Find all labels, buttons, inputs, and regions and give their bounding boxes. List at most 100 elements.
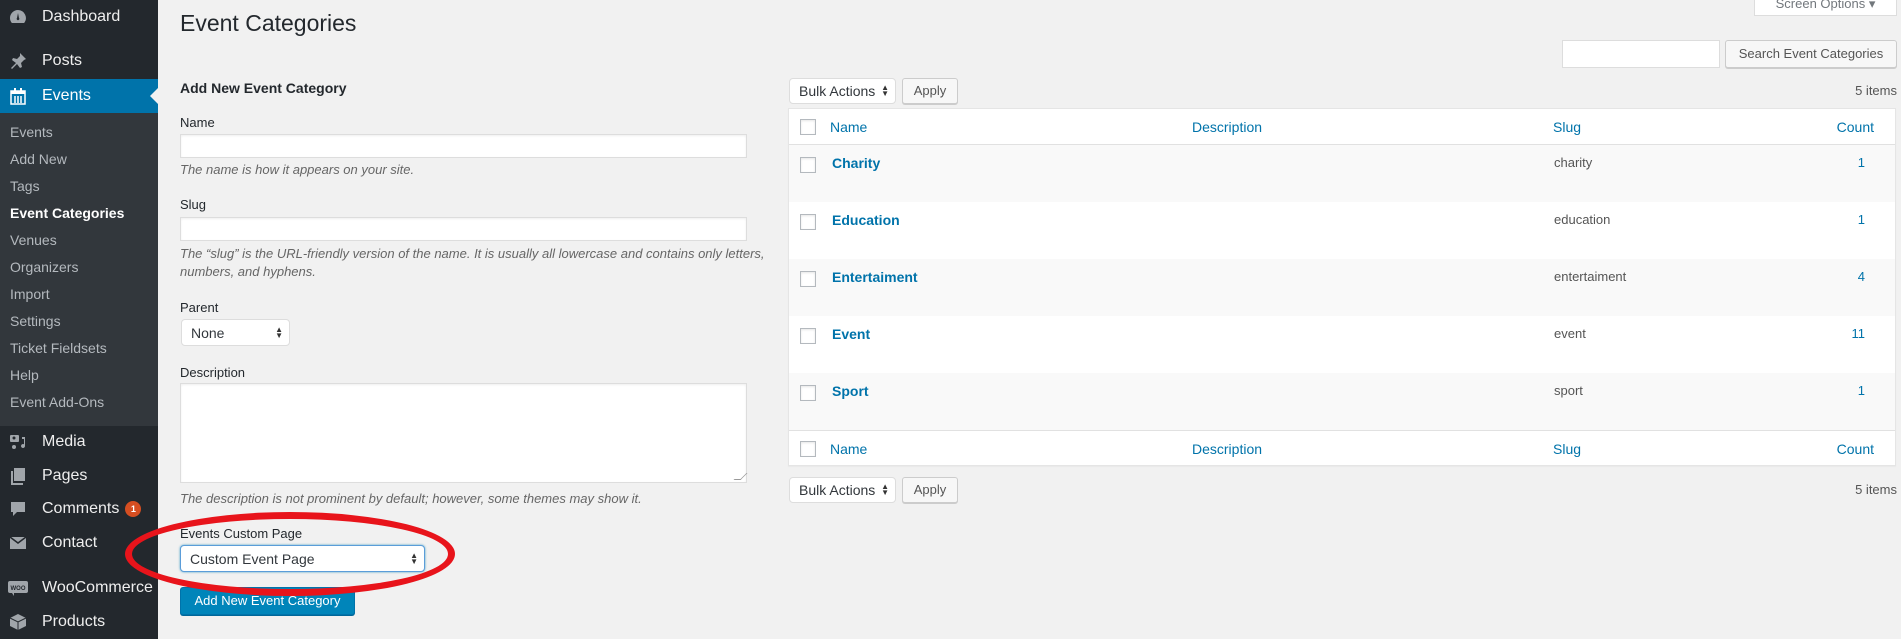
bulk-actions-select-bottom[interactable]: Bulk Actions ▲ ▼: [789, 477, 896, 503]
submenu-import[interactable]: Import: [10, 286, 50, 302]
menu-label: WooCommerce: [42, 579, 153, 596]
add-new-category-button[interactable]: Add New Event Category: [180, 587, 355, 615]
select-arrows-icon: ▲ ▼: [881, 83, 889, 98]
category-count-link[interactable]: 1: [1858, 212, 1865, 227]
search-input[interactable]: [1562, 40, 1720, 68]
table-row: Education education 1: [789, 202, 1895, 259]
menu-contact[interactable]: Contact: [0, 526, 158, 560]
menu-events[interactable]: Events: [0, 79, 158, 113]
menu-label: Events: [42, 87, 91, 104]
apply-button-bottom[interactable]: Apply: [902, 477, 958, 503]
description-hint: The description is not prominent by defa…: [180, 491, 642, 506]
screen-options-button[interactable]: Screen Options ▾: [1754, 0, 1897, 16]
menu-label: Posts: [42, 52, 83, 69]
search-categories-button[interactable]: Search Event Categories: [1725, 40, 1897, 68]
category-name-link[interactable]: Sport: [832, 383, 869, 399]
slug-hint: The “slug” is the URL-friendly version o…: [180, 246, 765, 279]
category-count-link[interactable]: 4: [1858, 269, 1865, 284]
comment-icon: [8, 499, 28, 519]
custom-page-label: Events Custom Page: [180, 526, 303, 541]
menu-label: Media: [42, 433, 86, 450]
submenu-help[interactable]: Help: [10, 367, 39, 383]
description-textarea[interactable]: [180, 383, 747, 483]
svg-text:WOO: WOO: [11, 586, 26, 592]
form-heading: Add New Event Category: [180, 80, 347, 96]
submenu-venues[interactable]: Venues: [10, 232, 57, 248]
select-all-checkbox[interactable]: [800, 119, 816, 135]
submenu-add-new[interactable]: Add New: [10, 151, 67, 167]
menu-label: Products: [42, 613, 106, 630]
menu-posts[interactable]: Posts: [0, 44, 158, 78]
custom-page-select[interactable]: Custom Event Page ▲ ▼: [180, 545, 425, 572]
menu-media[interactable]: Media: [0, 425, 158, 459]
row-checkbox[interactable]: [800, 328, 816, 344]
submenu-settings[interactable]: Settings: [10, 313, 61, 329]
parent-label: Parent: [180, 300, 219, 315]
column-header-slug[interactable]: Slug: [1553, 119, 1581, 135]
submenu-tags[interactable]: Tags: [10, 178, 40, 194]
slug-label: Slug: [180, 197, 207, 212]
menu-products[interactable]: Products: [0, 605, 158, 639]
admin-sidebar: Dashboard Posts Events Events Add New Ta…: [0, 0, 158, 639]
row-checkbox[interactable]: [800, 214, 816, 230]
submenu-event-add-ons[interactable]: Event Add-Ons: [10, 394, 104, 410]
media-icon: [8, 432, 28, 452]
bulk-actions-value: Bulk Actions: [799, 83, 876, 99]
category-name-link[interactable]: Education: [832, 212, 900, 228]
table-row: Entertaiment entertaiment 4: [789, 259, 1895, 316]
category-count-link[interactable]: 1: [1858, 155, 1865, 170]
menu-comments[interactable]: Comments 1: [0, 492, 158, 526]
category-count-link[interactable]: 1: [1858, 383, 1865, 398]
name-label: Name: [180, 115, 215, 130]
menu-label: Comments: [42, 500, 120, 517]
column-footer-description[interactable]: Description: [1192, 441, 1262, 457]
menu-woocommerce[interactable]: WOO WooCommerce: [0, 571, 158, 605]
select-arrows-icon: ▲ ▼: [881, 482, 889, 497]
menu-dashboard[interactable]: Dashboard: [0, 0, 158, 34]
category-name-link[interactable]: Entertaiment: [832, 269, 918, 285]
woocommerce-icon: WOO: [8, 578, 28, 598]
dashboard-icon: [8, 7, 28, 27]
submenu-event-categories[interactable]: Event Categories: [10, 205, 124, 221]
select-arrows-icon: ▲ ▼: [410, 550, 418, 566]
column-footer-name[interactable]: Name: [830, 441, 867, 457]
column-header-name[interactable]: Name: [830, 119, 867, 135]
column-header-count[interactable]: Count: [1837, 119, 1874, 135]
submenu-organizers[interactable]: Organizers: [10, 259, 78, 275]
custom-page-select-value: Custom Event Page: [190, 550, 315, 567]
row-checkbox[interactable]: [800, 157, 816, 173]
column-header-description[interactable]: Description: [1192, 119, 1262, 135]
calendar-icon: [8, 86, 28, 106]
category-name-link[interactable]: Charity: [832, 155, 880, 171]
category-slug: event: [1554, 326, 1586, 341]
column-footer-count[interactable]: Count: [1837, 441, 1874, 457]
bulk-actions-select-top[interactable]: Bulk Actions ▲ ▼: [789, 78, 896, 104]
submenu-ticket-fieldsets[interactable]: Ticket Fieldsets: [10, 340, 107, 356]
category-count-link[interactable]: 11: [1852, 326, 1866, 341]
row-checkbox[interactable]: [800, 385, 816, 401]
slug-input[interactable]: [180, 217, 747, 241]
select-all-checkbox-footer[interactable]: [800, 441, 816, 457]
name-input[interactable]: [180, 134, 747, 158]
category-slug: charity: [1554, 155, 1593, 170]
parent-select-value: None: [191, 324, 225, 341]
submenu-events[interactable]: Events: [10, 124, 53, 140]
apply-button-top[interactable]: Apply: [902, 78, 958, 104]
menu-pages[interactable]: Pages: [0, 459, 158, 493]
category-name-link[interactable]: Event: [832, 326, 870, 342]
menu-label: Pages: [42, 467, 88, 484]
category-slug: education: [1554, 212, 1611, 227]
pin-icon: [8, 51, 28, 71]
parent-select[interactable]: None ▲ ▼: [181, 319, 290, 346]
category-slug: entertaiment: [1554, 269, 1627, 284]
items-count-top: 5 items: [1855, 83, 1897, 98]
events-submenu: Events Add New Tags Event Categories Ven…: [0, 113, 158, 426]
menu-label: Contact: [42, 534, 98, 551]
menu-label: Dashboard: [42, 8, 121, 25]
name-hint: The name is how it appears on your site.: [180, 162, 415, 177]
row-checkbox[interactable]: [800, 271, 816, 287]
table-row: Charity charity 1: [789, 145, 1895, 202]
column-footer-slug[interactable]: Slug: [1553, 441, 1581, 457]
bulk-actions-value: Bulk Actions: [799, 482, 876, 498]
box-icon: [8, 612, 28, 632]
